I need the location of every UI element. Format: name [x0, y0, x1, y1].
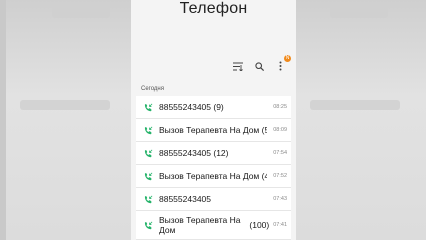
call-time: 07:43 — [273, 196, 287, 202]
incoming-call-icon — [144, 149, 153, 157]
caller-name: 88555243405 (9) — [159, 102, 224, 112]
caller-name: 88555243405 — [159, 194, 212, 204]
phone-app-screen: Телефон N Сегодня 88555243405 (9) 08:25 … — [131, 0, 296, 240]
call-log-item[interactable]: 88555243405 07:43 — [136, 188, 291, 211]
blurred-left-row — [20, 100, 110, 110]
incoming-call-icon — [144, 126, 153, 134]
incoming-call-icon — [144, 172, 153, 180]
caller-name: Вызов Терапевта На Дом (47) — [159, 171, 268, 181]
incoming-call-icon — [144, 221, 153, 229]
caller-name: Вызов Терапевта На Дом — [159, 215, 241, 235]
call-time: 08:25 — [273, 104, 287, 110]
call-count: (100) — [249, 220, 270, 230]
call-log-item[interactable]: Вызов Терапевта На Дом (100) 07:41 — [136, 211, 291, 240]
page-title: Телефон — [179, 0, 248, 17]
call-log-item[interactable]: 88555243405 (9) 08:25 — [136, 96, 291, 119]
call-log-item[interactable]: Вызов Терапевта На Дом (58) 08:09 — [136, 119, 291, 142]
call-log-item[interactable]: 88555243405 (12) 07:54 — [136, 142, 291, 165]
call-time: 07:52 — [273, 173, 287, 179]
call-log-list: 88555243405 (9) 08:25 Вызов Терапевта На… — [136, 96, 291, 240]
blurred-left-block — [52, 4, 110, 18]
more-vert-icon[interactable]: N — [274, 55, 291, 72]
caller-name: 88555243405 (12) — [159, 148, 229, 158]
section-header-today: Сегодня — [141, 86, 164, 92]
blurred-right-row — [310, 100, 400, 110]
incoming-call-icon — [144, 103, 153, 111]
blurred-right-block — [330, 4, 388, 18]
call-time: 07:54 — [273, 150, 287, 156]
search-icon[interactable] — [253, 60, 265, 72]
call-log-item[interactable]: Вызов Терапевта На Дом (47) 07:52 — [136, 165, 291, 188]
caller-name: Вызов Терапевта На Дом (58) — [159, 125, 268, 135]
filter-lines-icon[interactable] — [232, 60, 244, 72]
incoming-call-icon — [144, 195, 153, 203]
call-time: 07:41 — [273, 222, 287, 228]
call-time: 08:09 — [273, 127, 287, 133]
toolbar: N — [232, 55, 291, 72]
notification-badge: N — [284, 55, 291, 62]
